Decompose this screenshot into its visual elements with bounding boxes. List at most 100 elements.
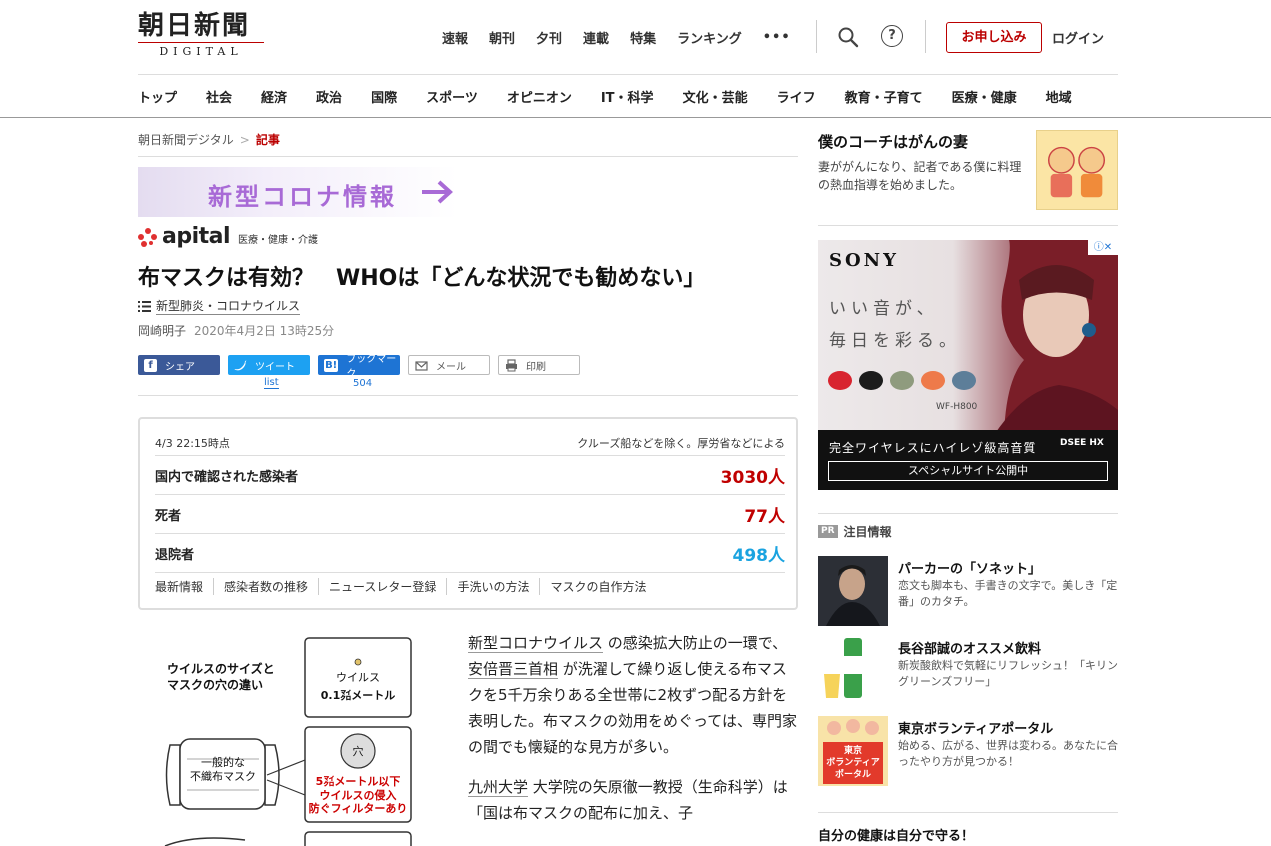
keyword-link[interactable]: 九州大学 [468, 778, 529, 797]
pr-item[interactable]: 長谷部誠のオススメ飲料 新炭酸飲料で気軽にリフレッシュ！「キリン グリーンズフリ… [818, 636, 1118, 706]
hatena-bookmark-button[interactable]: B! ブックマーク [318, 354, 400, 380]
facebook-share-button[interactable]: f シェア [138, 355, 220, 375]
category-opinion[interactable]: オピニオン [507, 87, 572, 106]
category-health[interactable]: 医療・健康 [952, 87, 1017, 106]
site-logo[interactable]: 朝日新聞 DIGITAL [138, 12, 268, 60]
top-nav-item-evening[interactable]: 夕刊 [536, 28, 562, 47]
breadcrumb-home[interactable]: 朝日新聞デジタル [138, 133, 234, 147]
pr-thumb-photo [818, 636, 888, 706]
figure-hole-size: 5㍃メートル以下 [316, 774, 401, 788]
article-paragraph: 九州大学 大学院の矢原徹一教授（生命科学）は「国は布マスクの配布に加え、子 [468, 774, 798, 826]
category-society[interactable]: 社会 [206, 87, 232, 106]
keyword-link[interactable]: 新型コロナウイルス [468, 634, 604, 653]
breadcrumb-current: 記事 [255, 133, 280, 147]
top-nav-item-morning[interactable]: 朝刊 [489, 28, 515, 47]
more-menu-icon[interactable]: ••• [763, 30, 791, 45]
article-topic: 新型肺炎・コロナウイルス [138, 297, 301, 315]
stats-link-diy-mask[interactable]: マスクの自作方法 [539, 578, 656, 595]
pr-item-title: 長谷部誠のオススメ飲料 [898, 642, 1042, 657]
category-international[interactable]: 国際 [371, 87, 397, 106]
pr-item-text: 新炭酸飲料で気軽にリフレッシュ！「キリン グリーンズフリー」 [898, 659, 1118, 688]
pr-section-title: 注目情報 [843, 525, 892, 539]
category-life[interactable]: ライフ [777, 87, 816, 106]
breadcrumb: 朝日新聞デジタル > 記事 [138, 131, 280, 148]
twitter-count-link[interactable]: list [264, 378, 279, 389]
printer-icon [506, 358, 517, 371]
print-label: 印刷 [526, 361, 546, 373]
sidebar-feature[interactable]: 僕のコーチはがんの妻 妻ががんになり、記者である僕に料理の熱血指導を始めました。 [818, 128, 1118, 212]
apital-wordmark[interactable]: apital [162, 226, 231, 248]
stats-divider [155, 572, 785, 573]
figure-virus-size: 0.1㍃メートル [321, 688, 396, 702]
login-link[interactable]: ログイン [1052, 28, 1104, 47]
paragraph-text: の感染拡大防止の一環で、 [603, 634, 788, 652]
corona-banner-text: 新型コロナ情報 [208, 183, 397, 211]
stats-link-handwash[interactable]: 手洗いの方法 [446, 578, 539, 595]
category-politics[interactable]: 政治 [316, 87, 342, 106]
covid-stats-box: 4/3 22:15時点 クルーズ船などを除く。厚労省などによる 国内で確認された… [138, 417, 798, 610]
category-nav: トップ 社会 経済 政治 国際 スポーツ オピニオン IT・科学 文化・芸能 ラ… [138, 87, 1128, 106]
stats-value: 77人 [744, 506, 785, 527]
ad-special-site-button[interactable]: スペシャルサイト公開中 [828, 461, 1108, 481]
top-nav: 速報 朝刊 夕刊 連載 特集 ランキング ••• [442, 26, 812, 48]
article-headline: 布マスクは有効？ WHOは「どんな状況でも勧めない」 [138, 266, 706, 291]
category-culture[interactable]: 文化・芸能 [683, 87, 748, 106]
sidebar-feature-title: 僕のコーチはがんの妻 [818, 133, 969, 151]
figure-hole-note: ウイルスの侵入防ぐフィルターあり [309, 788, 408, 815]
pr-thumb-photo [818, 556, 888, 626]
sony-advertisement[interactable]: SONY いい音が、 毎日を彩る。 WF-H800 ⓘ✕ 完全ワイヤレスにハイレ… [818, 240, 1118, 490]
apital-tagline: 医療・健康・介護 [238, 235, 319, 246]
divider [138, 395, 798, 396]
category-top[interactable]: トップ [138, 87, 177, 106]
sidebar-section-title: 自分の健康は自分で守る！ [818, 829, 975, 844]
mask-comparison-figure: ウイルスのサイズとマスクの穴の違い ウイルス 0.1㍃メートル 穴 5㍃メートル… [164, 637, 412, 846]
ad-choices-icon[interactable]: ⓘ✕ [1088, 240, 1118, 255]
figure-title: ウイルスのサイズとマスクの穴の違い [167, 661, 275, 692]
stats-link-latest[interactable]: 最新情報 [155, 578, 213, 595]
pr-item-text: 始める、広がる、世界は変わる。あなたに合ったやり方が見つかる！ [898, 739, 1118, 768]
topic-link[interactable]: 新型肺炎・コロナウイルス [156, 297, 301, 315]
hatena-bookmark-label: ブックマーク [346, 354, 397, 380]
stats-link-newsletter[interactable]: ニュースレター登録 [318, 578, 446, 595]
help-icon[interactable]: ? [881, 25, 903, 47]
mail-icon [415, 360, 428, 371]
stats-row-recovered: 退院者 498人 [155, 533, 785, 572]
top-nav-item-series[interactable]: 連載 [583, 28, 609, 47]
pr-item-title: 東京ボランティアポータル [898, 722, 1054, 737]
ad-footer-band: 完全ワイヤレスにハイレゾ級高音質 DSEE HX スペシャルサイト公開中 [818, 430, 1118, 490]
earbud-swatch [921, 371, 945, 390]
corona-info-banner[interactable]: 新型コロナ情報 [138, 167, 458, 217]
arrow-right-icon [422, 180, 453, 204]
stats-link-trend[interactable]: 感染者数の推移 [213, 578, 318, 595]
category-economy[interactable]: 経済 [261, 87, 287, 106]
mail-share-button[interactable]: メール [408, 355, 490, 375]
apply-button[interactable]: お申し込み [946, 22, 1042, 53]
pr-item[interactable]: 東京 ボランティア ポータル 東京ボランティアポータル 始める、広がる、世界は変… [818, 716, 1118, 786]
keyword-link[interactable]: 安倍晋三首相 [468, 660, 559, 679]
article-body: 新型コロナウイルス の感染拡大防止の一環で、 安倍晋三首相 が洗濯して繰り返し使… [468, 630, 798, 840]
author-name: 岡崎明子 [138, 324, 187, 338]
logo-sub: DIGITAL [138, 42, 264, 58]
top-nav-item-breaking[interactable]: 速報 [442, 28, 468, 47]
pr-badge: PR [818, 525, 838, 538]
earbud-swatch [890, 371, 914, 390]
pr-item-title: パーカーの「ソネット」 [898, 562, 1042, 577]
ad-model-photo [994, 240, 1118, 435]
hatena-count[interactable]: 504 [353, 378, 372, 389]
top-nav-item-features[interactable]: 特集 [630, 28, 656, 47]
header-divider [816, 20, 817, 53]
category-it-science[interactable]: IT・科学 [601, 87, 654, 106]
category-sports[interactable]: スポーツ [426, 87, 478, 106]
category-education[interactable]: 教育・子育て [845, 87, 923, 106]
category-regional[interactable]: 地域 [1046, 87, 1072, 106]
top-nav-item-ranking[interactable]: ランキング [677, 28, 742, 47]
print-button[interactable]: 印刷 [498, 355, 580, 375]
hatena-icon: B! [324, 358, 339, 372]
pr-item[interactable]: パーカーの「ソネット」 恋文も脚本も、手書きの文字で。美しき「定番」のカタチ。 [818, 556, 1118, 626]
twitter-share-button[interactable]: ツイート [228, 355, 310, 375]
apital-logo-icon [138, 228, 158, 248]
search-icon[interactable] [837, 26, 859, 48]
figure-hole-label: 穴 [353, 744, 364, 758]
ad-copy-line: 毎日を彩る。 [829, 331, 961, 351]
earbud-swatch [828, 371, 852, 390]
